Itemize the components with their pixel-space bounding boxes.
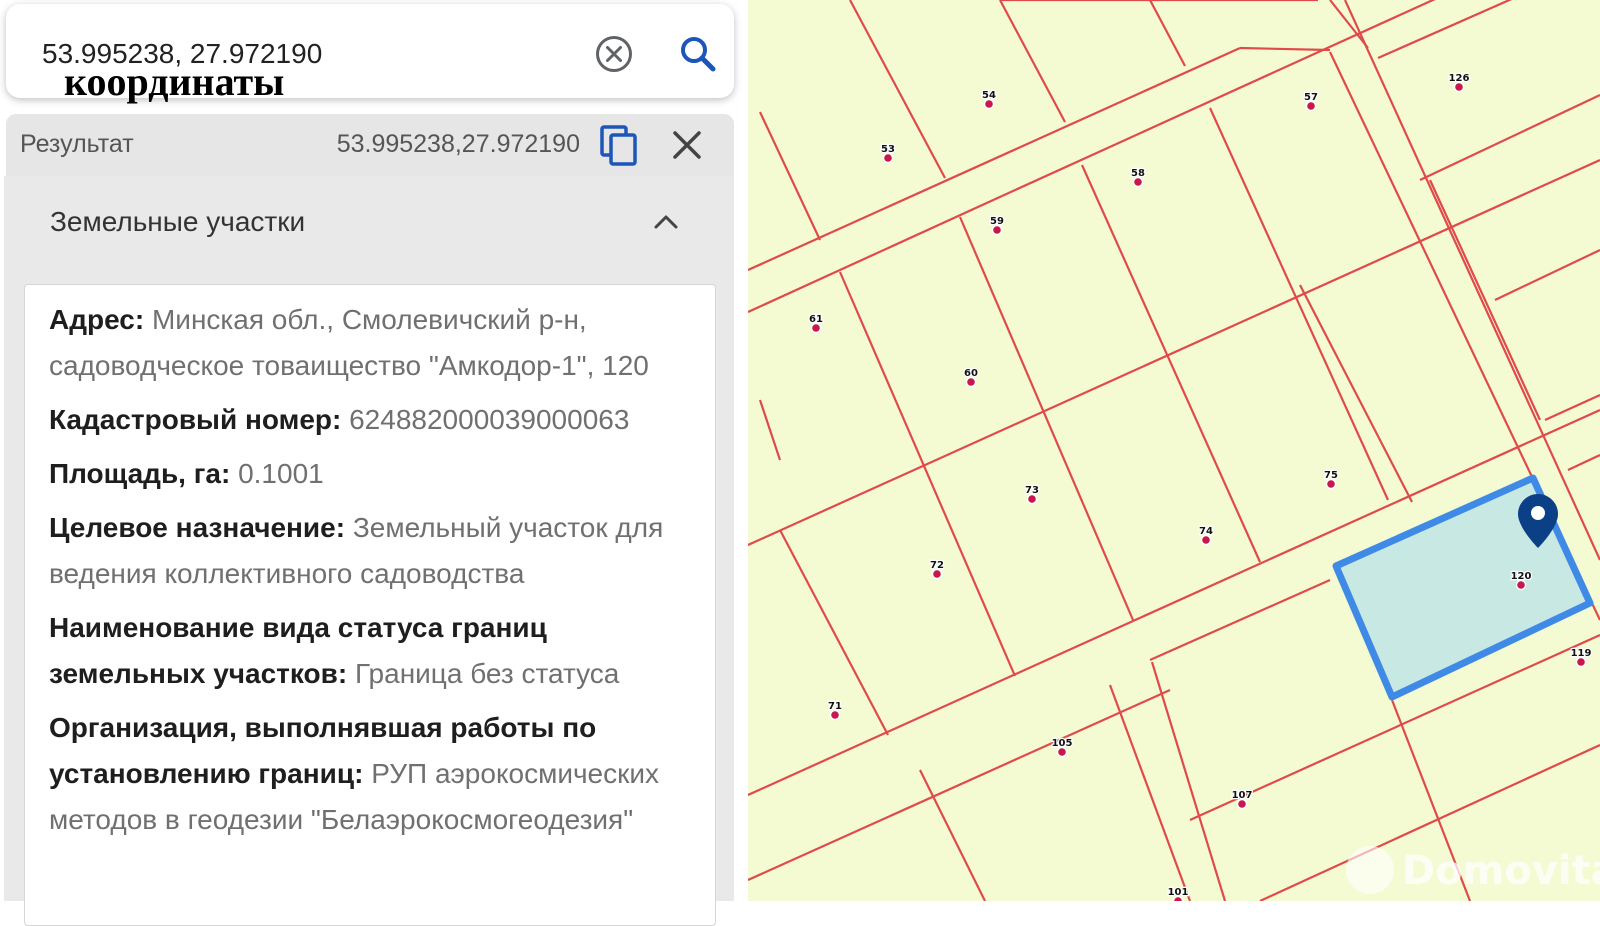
address-label: Адрес: <box>49 304 145 335</box>
cadastral-row: Кадастровый номер: 624882000039000063 <box>49 397 699 443</box>
parcel-boundaries <box>748 0 1600 901</box>
parcel-markers: 53 54 57 126 58 59 61 60 73 75 74 72 120 119 71 105 107 1… <box>808 72 1593 901</box>
close-icon <box>673 131 701 159</box>
parcel-number-label: 101 <box>1168 887 1189 898</box>
area-value: 0.1001 <box>238 458 324 489</box>
parcel-info-card: Адрес: Минская обл., Смолевичский р-н, с… <box>24 284 716 926</box>
close-button[interactable] <box>668 126 706 164</box>
search-bar: координаты <box>6 4 734 102</box>
parcel-number-label: 120 <box>1511 571 1532 582</box>
clear-icon <box>596 36 632 72</box>
parcel-boundary-line <box>1544 393 1600 422</box>
parcel-boundary-line <box>1299 284 1413 503</box>
watermark: Domovita <box>1346 846 1600 894</box>
cadastral-label: Кадастровый номер: <box>49 404 342 435</box>
area-label: Площадь, га: <box>49 458 231 489</box>
cadastral-value: 624882000039000063 <box>349 404 630 435</box>
boundary-value: Граница без статуса <box>354 658 620 689</box>
boundary-row: Наименование вида статуса границ земельн… <box>49 605 699 697</box>
coordinates-caption: координаты <box>64 59 285 104</box>
copy-icon <box>600 125 637 166</box>
parcel-number-label: 60 <box>964 368 978 379</box>
parcel-number-label: 107 <box>1232 790 1253 801</box>
parcel-boundary-line <box>748 46 1241 272</box>
search-button[interactable] <box>678 34 718 74</box>
parcel-boundary-line <box>759 111 821 241</box>
parcel-boundary-line <box>1080 164 1262 563</box>
purpose-label: Целевое назначение: <box>49 512 346 543</box>
parcel-boundary-line <box>1149 0 1186 67</box>
parcel-info: Адрес: Минская обл., Смолевичский р-н, с… <box>49 297 699 851</box>
result-coords: 53.995238,27.972190 <box>336 130 580 158</box>
parcel-number-label: 126 <box>1449 73 1470 84</box>
chevron-up-icon <box>654 215 678 229</box>
left-panel: координаты Результат 53.995238,27.972190… <box>0 0 748 926</box>
parcel-boundary-line <box>1239 46 1331 52</box>
purpose-row: Целевое назначение: Земельный участок дл… <box>49 505 699 597</box>
map-canvas: 53 54 57 126 58 59 61 60 73 75 74 72 120 119 71 105 107 1… <box>748 0 1600 901</box>
org-row: Организация, выполнявшая работы по устан… <box>49 705 699 843</box>
parcel-boundary-line <box>1567 454 1600 471</box>
parcel-number-label: 53 <box>881 144 895 155</box>
clear-button[interactable] <box>594 34 634 74</box>
area-row: Площадь, га: 0.1001 <box>49 451 699 497</box>
parcel-number-label: 73 <box>1025 485 1039 496</box>
land-plots-section-header[interactable]: Земельные участки <box>4 176 734 268</box>
parcel-number-label: 75 <box>1324 470 1338 481</box>
parcel-boundary-line <box>958 216 1135 621</box>
copy-button[interactable] <box>598 124 640 166</box>
search-icon <box>681 37 716 72</box>
parcel-number-label: 72 <box>930 560 944 571</box>
parcel-boundary-line <box>838 271 1017 677</box>
parcel-boundary-line <box>1149 578 1331 662</box>
parcel-boundary-line <box>1208 107 1390 501</box>
section-title: Земельные участки <box>50 206 306 237</box>
parcel-boundary-line <box>1343 0 1600 561</box>
parcel-boundary-line <box>999 0 1066 123</box>
parcel-number-label: 61 <box>809 314 823 325</box>
parcel-number-label: 59 <box>990 216 1004 227</box>
parcel-boundary-line <box>1429 179 1541 421</box>
parcel-boundary-line <box>1494 249 1600 301</box>
parcel-number-label: 54 <box>982 90 996 101</box>
parcel-number-label: 105 <box>1052 738 1073 749</box>
parcel-number-label: 58 <box>1131 168 1145 179</box>
parcel-boundary-line <box>1108 684 1192 901</box>
parcel-boundary-line <box>748 688 1171 882</box>
parcel-boundary-line <box>849 0 946 179</box>
parcel-number-label: 71 <box>828 701 842 712</box>
cadastral-map[interactable]: 53 54 57 126 58 59 61 60 73 75 74 72 120 119 71 105 107 1… <box>748 0 1600 901</box>
parcel-boundary-line <box>1001 0 1436 198</box>
parcel-boundary-line <box>919 769 986 901</box>
address-row: Адрес: Минская обл., Смолевичский р-н, с… <box>49 297 699 389</box>
parcel-boundary-line <box>758 399 782 461</box>
watermark-text: Domovita <box>1402 848 1600 894</box>
parcel-number-label: 57 <box>1304 92 1318 103</box>
result-label: Результат <box>20 130 134 158</box>
parcel-boundary-line <box>1419 94 1600 181</box>
parcel-number-label: 74 <box>1199 526 1213 537</box>
parcel-number-label: 119 <box>1571 648 1592 659</box>
parcel-boundary-line <box>1150 661 1227 901</box>
result-bar: Результат 53.995238,27.972190 <box>6 114 734 176</box>
